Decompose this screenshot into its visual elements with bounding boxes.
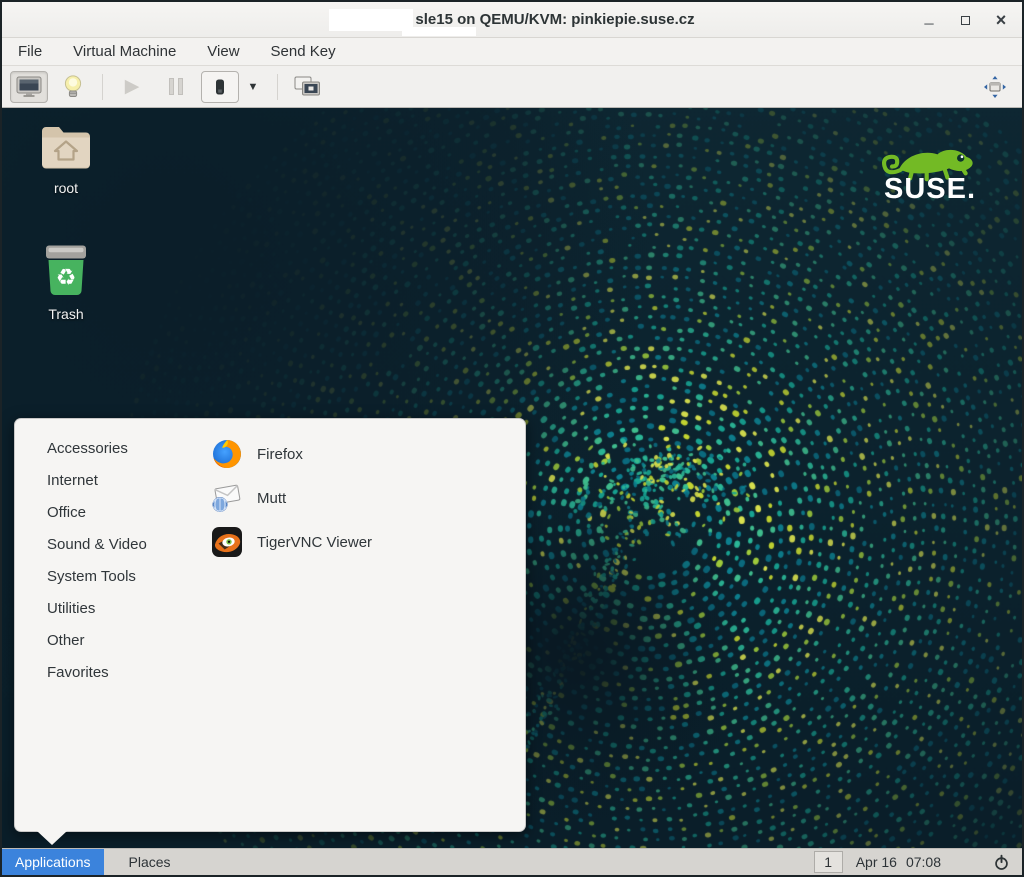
menu-file[interactable]: File [13, 41, 47, 62]
category-favorites[interactable]: Favorites [45, 656, 157, 688]
places-button[interactable]: Places [111, 849, 189, 875]
maximize-button[interactable] [954, 8, 976, 32]
applications-button[interactable]: Applications [2, 849, 104, 875]
shutdown-icon [210, 77, 230, 97]
power-button[interactable] [988, 854, 1014, 871]
clock-time: 07:08 [906, 854, 941, 870]
taskbar: Applications Places 1 Apr 16 07:08 [2, 848, 1022, 875]
trash-icon: ♻ [42, 244, 90, 296]
applications-menu-popup: Accessories Internet Office Sound & Vide… [14, 418, 526, 832]
category-other[interactable]: Other [45, 624, 157, 656]
maximize-icon [961, 16, 970, 25]
vm-window: sle15 on QEMU/KVM: pinkiepie.suse.cz ─ ×… [0, 0, 1024, 877]
firefox-icon [211, 438, 243, 470]
pause-button[interactable] [157, 71, 195, 103]
minimize-icon: ─ [924, 20, 933, 28]
category-list: Accessories Internet Office Sound & Vide… [45, 432, 157, 688]
category-utilities[interactable]: Utilities [45, 592, 157, 624]
category-internet[interactable]: Internet [45, 464, 157, 496]
close-button[interactable]: × [990, 8, 1012, 32]
suse-logo-text: SUSE. [872, 173, 988, 206]
fullscreen-button[interactable] [976, 71, 1014, 103]
app-label: Mutt [257, 490, 286, 507]
clock-date: Apr 16 [856, 854, 897, 870]
displays-icon [294, 76, 321, 98]
category-office[interactable]: Office [45, 496, 157, 528]
clock[interactable]: Apr 16 07:08 [856, 854, 941, 870]
desktop-icon-root[interactable]: root [33, 122, 99, 196]
menu-popup-tail [37, 831, 67, 845]
virtual-displays-button[interactable] [288, 71, 326, 103]
desktop-icon-trash[interactable]: ♻ Trash [33, 244, 99, 322]
pause-icon [169, 78, 183, 95]
menu-virtual-machine[interactable]: Virtual Machine [68, 41, 181, 62]
tigervnc-icon [211, 526, 243, 558]
lightbulb-icon [63, 74, 83, 100]
run-button[interactable]: ▶ [113, 71, 151, 103]
menu-view[interactable]: View [202, 41, 244, 62]
toolbar-separator [102, 74, 103, 100]
desktop: root ♻ Trash [2, 108, 1022, 848]
app-list: Firefox Mutt [211, 432, 372, 564]
app-item-tigervnc[interactable]: TigerVNC Viewer [211, 520, 372, 564]
menubar: File Virtual Machine View Send Key [2, 38, 1022, 66]
shutdown-button[interactable] [201, 71, 239, 103]
app-item-mutt[interactable]: Mutt [211, 476, 372, 520]
taskbar-right: 1 Apr 16 07:08 [814, 849, 1022, 875]
console-button[interactable] [10, 71, 48, 103]
recycle-glyph: ♻ [56, 264, 77, 290]
category-accessories[interactable]: Accessories [45, 432, 157, 464]
close-icon: × [996, 10, 1007, 31]
redaction-block-small [402, 27, 476, 36]
titlebar: sle15 on QEMU/KVM: pinkiepie.suse.cz ─ × [2, 2, 1022, 38]
desktop-icon-label: Trash [33, 306, 99, 322]
menu-send-key[interactable]: Send Key [266, 41, 341, 62]
shutdown-menu-button[interactable]: ▼ [239, 71, 267, 103]
play-icon: ▶ [125, 75, 140, 98]
title-group: sle15 on QEMU/KVM: pinkiepie.suse.cz [329, 9, 694, 31]
mutt-icon [211, 482, 243, 514]
toolbar: ▶ ▼ [2, 66, 1022, 108]
minimize-button[interactable]: ─ [918, 8, 940, 32]
console-monitor-icon [16, 76, 42, 98]
suse-logo: SUSE. [872, 130, 988, 206]
power-icon [993, 854, 1010, 871]
app-label: TigerVNC Viewer [257, 534, 372, 551]
redaction-block [329, 9, 413, 31]
details-button[interactable] [54, 71, 92, 103]
category-system-tools[interactable]: System Tools [45, 560, 157, 592]
desktop-icon-label: root [33, 180, 99, 196]
app-label: Firefox [257, 446, 303, 463]
category-sound-video[interactable]: Sound & Video [45, 528, 157, 560]
home-folder-icon [38, 122, 94, 170]
workspace-indicator[interactable]: 1 [814, 851, 843, 873]
dropdown-arrow-icon: ▼ [248, 81, 259, 93]
window-title: sle15 on QEMU/KVM: pinkiepie.suse.cz [413, 11, 694, 28]
fullscreen-icon [982, 74, 1008, 100]
window-controls: ─ × [918, 2, 1012, 38]
app-item-firefox[interactable]: Firefox [211, 432, 372, 476]
toolbar-separator [277, 74, 278, 100]
